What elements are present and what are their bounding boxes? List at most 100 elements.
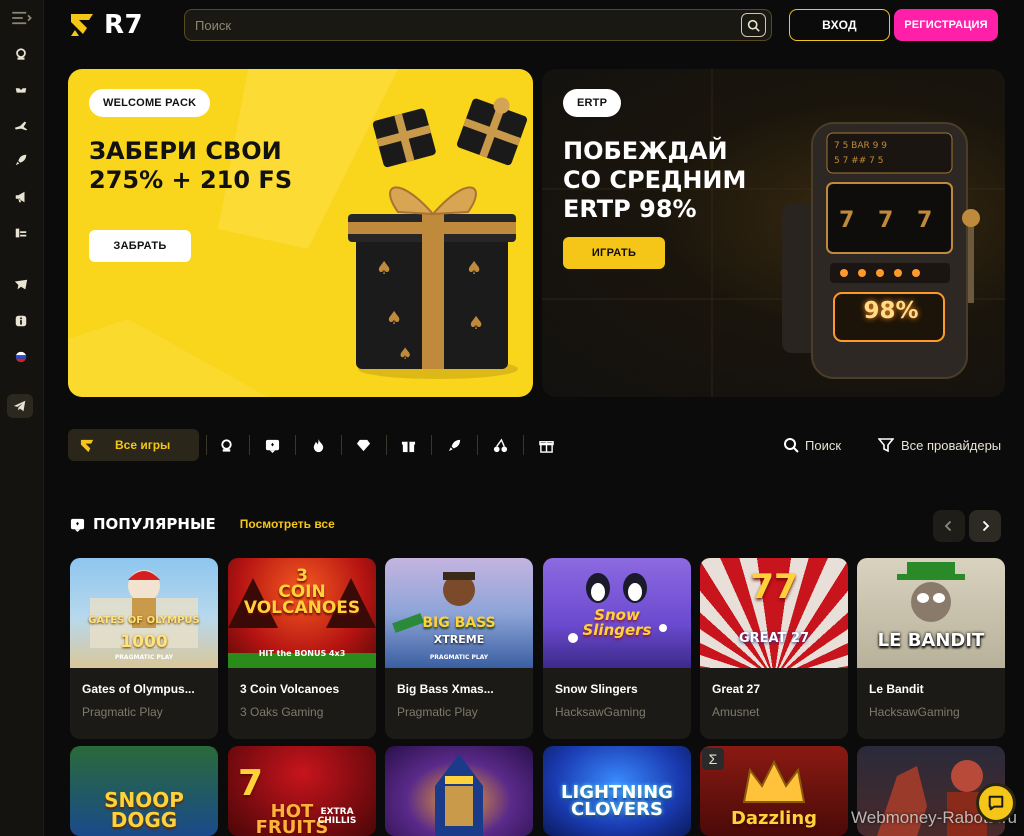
game-art-subtitle: HIT the BONUS 4x3 — [258, 649, 346, 658]
gift-box-image: ♠ ♠ ♠ ♠ ♠ — [348, 186, 518, 379]
game-thumbnail: Snow Slingers — [543, 558, 691, 668]
game-card[interactable]: LIGHTNING CLOVERS — [543, 746, 691, 836]
pharaoh-image — [435, 754, 483, 836]
game-card[interactable]: GATES OF OLYMPUS 1000 PRAGMATIC PLAY Gat… — [70, 558, 218, 739]
view-all-link[interactable]: Посмотреть все — [240, 517, 335, 531]
carousel-next-button[interactable] — [969, 510, 1001, 542]
tab-all-games-label: Все игры — [115, 438, 171, 452]
tab-all-games[interactable]: Все игры — [68, 429, 199, 461]
popular-section-header: ПОПУЛЯРНЫЕ Посмотреть все — [70, 512, 335, 536]
search-input[interactable] — [185, 10, 725, 40]
rocket-icon[interactable] — [11, 150, 31, 170]
filter-icon — [878, 438, 894, 453]
game-card[interactable]: 3 COIN VOLCANOES HIT the BONUS 4x3 3 Coi… — [228, 558, 376, 739]
category-divider — [386, 435, 387, 455]
login-button[interactable]: ВХОД — [789, 9, 890, 41]
game-provider: Pragmatic Play — [82, 705, 163, 719]
category-divider — [295, 435, 296, 455]
logo[interactable]: R7 — [68, 8, 158, 42]
game-art-title: SNOOP DOGG — [104, 788, 184, 832]
game-art-title: Snow Slingers — [582, 606, 652, 639]
present-icon[interactable] — [536, 435, 556, 455]
search-bar[interactable] — [184, 9, 772, 41]
menu-toggle-icon[interactable] — [9, 8, 33, 28]
game-category-bar: Все игры Поиск Все провайдеры — [68, 429, 1005, 461]
game-card[interactable]: 7 HOT FRUITS EXTRA CHILLIS — [228, 746, 376, 836]
game-name: Le Bandit — [869, 682, 924, 696]
register-button[interactable]: РЕГИСТРАЦИЯ — [894, 9, 998, 41]
logo-text: R7 — [104, 10, 144, 40]
svg-text:♠: ♠ — [398, 344, 412, 363]
category-divider — [341, 435, 342, 455]
claim-bonus-button[interactable]: ЗАБРАТЬ — [89, 230, 191, 262]
r7-logo-icon — [80, 439, 94, 452]
fire-icon[interactable] — [308, 435, 328, 455]
chip-icon[interactable] — [262, 435, 282, 455]
promotions-icon[interactable] — [11, 187, 31, 207]
game-provider: Pragmatic Play — [397, 705, 478, 719]
category-divider — [206, 435, 207, 455]
chevron-right-icon — [982, 520, 990, 532]
svg-text:♠: ♠ — [466, 258, 482, 279]
tournaments-icon[interactable] — [11, 223, 31, 243]
welcome-pack-title: ЗАБЕРИ СВОИ 275% + 210 FS — [89, 137, 293, 194]
search-button[interactable] — [741, 13, 766, 37]
play-button[interactable]: ИГРАТЬ — [563, 237, 665, 269]
game-card[interactable]: LE BANDIT Le Bandit HacksawGaming — [857, 558, 1005, 739]
game-art-symbol: 7 — [238, 763, 264, 804]
game-thumbnail: 77 GREAT 27 — [700, 558, 848, 668]
language-flag-icon[interactable] — [11, 347, 31, 367]
game-name: Big Bass Xmas... — [397, 682, 494, 696]
popular-section-title: ПОПУЛЯРНЫЕ — [93, 515, 216, 533]
game-art-subtitle: 1000 — [120, 632, 168, 652]
game-thumbnail: LE BANDIT — [857, 558, 1005, 668]
sports-icon[interactable] — [11, 80, 31, 100]
game-name: Gates of Olympus... — [82, 682, 195, 696]
game-thumbnail: BIG BASS XTREME PRAGMATIC PLAY — [385, 558, 533, 668]
game-thumbnail: GATES OF OLYMPUS 1000 PRAGMATIC PLAY — [70, 558, 218, 668]
game-art-extra: EXTRA CHILLIS — [317, 807, 357, 826]
live-casino-icon[interactable] — [11, 44, 31, 64]
aviator-icon[interactable] — [11, 116, 31, 136]
category-divider — [477, 435, 478, 455]
svg-text:♠: ♠ — [376, 258, 392, 279]
mail-icon[interactable] — [11, 275, 31, 295]
ertp-banner[interactable]: 7 5 BAR 9 95 7 ## 7 5 777 98% ERTP ПОБЕЖ… — [542, 69, 1005, 397]
info-icon[interactable] — [11, 311, 31, 331]
game-card[interactable]: Snow Slingers Snow Slingers HacksawGamin… — [543, 558, 691, 739]
game-card[interactable]: BIG BASS XTREME PRAGMATIC PLAY Big Bass … — [385, 558, 533, 739]
providers-filter-button[interactable]: Все провайдеры — [878, 429, 1001, 461]
search-icon — [747, 19, 760, 32]
live-casino-icon[interactable] — [216, 435, 236, 455]
carousel-prev-button[interactable] — [933, 510, 965, 542]
cherry-icon[interactable] — [490, 435, 510, 455]
game-card[interactable]: 77 GREAT 27 Great 27 Amusnet — [700, 558, 848, 739]
welcome-pack-badge: WELCOME PACK — [89, 89, 211, 117]
game-provider: Amusnet — [712, 705, 760, 719]
svg-text:7: 7 — [878, 208, 893, 233]
game-card[interactable]: Σ Dazzling — [700, 746, 848, 836]
game-name: 3 Coin Volcanoes — [240, 682, 340, 696]
game-art-title: LE BANDIT — [877, 630, 985, 651]
welcome-pack-banner[interactable]: ♠ ♠ ♠ ♠ ♠ WELCOME PACK ЗАБЕРИ СВОИ 275% … — [68, 69, 533, 397]
support-chat-button[interactable] — [976, 783, 1016, 823]
category-divider — [431, 435, 432, 455]
svg-text:7: 7 — [917, 208, 932, 233]
game-card[interactable] — [385, 746, 533, 836]
svg-text:7: 7 — [839, 208, 854, 233]
game-provider: HacksawGaming — [555, 705, 646, 719]
game-art-title: BIG BASS — [422, 615, 496, 631]
telegram-icon[interactable] — [7, 394, 33, 418]
svg-text:5 7 ## 7 5: 5 7 ## 7 5 — [834, 156, 883, 166]
games-search-button[interactable]: Поиск — [783, 429, 841, 461]
game-card[interactable]: SNOOP DOGG — [70, 746, 218, 836]
game-art-title: 77 — [750, 567, 798, 607]
diamond-icon[interactable] — [353, 435, 373, 455]
game-provider: HacksawGaming — [869, 705, 960, 719]
game-art-title: GATES OF OLYMPUS — [88, 615, 200, 626]
game-provider-tag: PRAGMATIC PLAY — [114, 654, 174, 661]
game-art-title: 3 COIN VOLCANOES — [243, 566, 361, 619]
gift-box-icon[interactable] — [398, 435, 418, 455]
rocket-icon[interactable] — [444, 435, 464, 455]
game-art-subtitle: GREAT 27 — [738, 631, 810, 646]
